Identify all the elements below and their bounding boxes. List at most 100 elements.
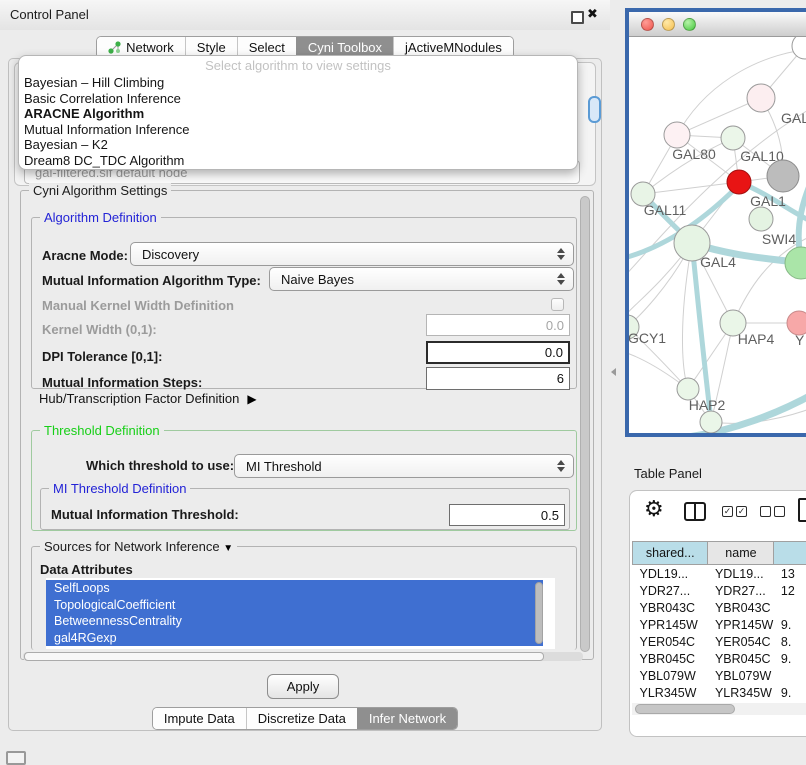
mi-threshold-definition-title: MI Threshold Definition — [49, 481, 190, 496]
which-threshold-select[interactable]: MI Threshold — [234, 454, 574, 478]
table-row[interactable]: YDL19...YDL19...13 — [633, 565, 806, 583]
dpi-tolerance-field[interactable]: 0.0 — [426, 341, 570, 364]
table-row[interactable]: YBR043CYBR043C — [633, 599, 806, 616]
control-panel: Control Panel ✖ NetworkStyleSelectCyni T… — [0, 0, 610, 745]
kernel-width-field[interactable]: 0.0 — [426, 314, 570, 336]
attribute-item-betweennesscentrality[interactable]: BetweennessCentrality — [46, 613, 543, 630]
tab-discretize-data[interactable]: Discretize Data — [246, 708, 357, 729]
table-cell: YDL19... — [633, 565, 708, 583]
mi-threshold-field[interactable]: 0.5 — [449, 504, 565, 526]
table-cell: YBR045C — [633, 650, 708, 667]
attributes-list-scrollbar[interactable] — [535, 582, 543, 644]
splitter-collapse-arrow[interactable] — [611, 368, 616, 376]
which-threshold-value: MI Threshold — [246, 459, 322, 474]
tab-impute-data[interactable]: Impute Data — [153, 708, 246, 729]
tab-label: Style — [197, 40, 226, 55]
sources-group: Sources for Network Inference ▼ Data Att… — [31, 546, 577, 650]
window-zoom-button[interactable] — [683, 18, 696, 31]
apply-button[interactable]: Apply — [267, 674, 339, 699]
float-panel-icon[interactable] — [571, 11, 584, 24]
table-cell: YER054C — [633, 633, 708, 650]
manual-kernel-width-label: Manual Kernel Width Definition — [42, 298, 234, 313]
expand-right-icon: ▶ — [247, 392, 256, 406]
network-node[interactable] — [700, 411, 722, 433]
window-minimize-button[interactable] — [662, 18, 675, 31]
minimized-panel-icon[interactable] — [6, 751, 26, 765]
table-cell: YBL079W — [633, 667, 708, 684]
table-row[interactable]: YBR045CYBR045C9. — [633, 650, 806, 667]
tab-infer-network[interactable]: Infer Network — [357, 708, 457, 729]
unchecked-box-icon — [760, 506, 771, 517]
settings-vertical-scrollbar[interactable] — [580, 196, 590, 652]
table-panel: ⚙ ✓ ✓ shared...name YDL19...YDL19...13YD… — [629, 490, 806, 737]
hub-definition-expander[interactable]: Hub/Transcription Factor Definition ▶ — [39, 391, 257, 406]
attribute-item-topologicalcoefficient[interactable]: TopologicalCoefficient — [46, 597, 543, 614]
network-canvas[interactable]: GALGAL80GAL10GAL1GAL11SWI4GAL4GCY1HAP4YH… — [629, 37, 806, 433]
attribute-item-selfloops[interactable]: SelfLoops — [46, 580, 543, 597]
table-row[interactable]: YPR145WYPR145W9. — [633, 616, 806, 633]
column-header-shared-[interactable]: shared... — [633, 542, 708, 565]
table-cell: YBR045C — [708, 650, 774, 667]
focused-control-fragment[interactable] — [588, 96, 601, 123]
attribute-item-gal4rgexp[interactable]: gal4RGexp — [46, 630, 543, 647]
algorithm-option-mutual-information-inference[interactable]: Mutual Information Inference — [24, 122, 577, 138]
network-node-swi4[interactable] — [749, 207, 773, 231]
aracne-mode-select[interactable]: Discovery — [130, 242, 574, 266]
window-close-button[interactable] — [641, 18, 654, 31]
select-all-checkboxes-icon[interactable]: ✓ ✓ — [722, 506, 747, 517]
deselect-all-checkboxes-icon[interactable] — [760, 506, 785, 517]
tab-label: Impute Data — [164, 711, 235, 726]
table-cell — [774, 599, 806, 616]
table-row[interactable]: YDR27...YDR27...12 — [633, 582, 806, 599]
network-graph: GALGAL80GAL10GAL1GAL11SWI4GAL4GCY1HAP4YH… — [629, 37, 806, 433]
aracne-mode-label: Aracne Mode: — [42, 248, 128, 263]
network-node-label: GAL1 — [750, 193, 786, 209]
table-cell: YBR043C — [708, 599, 774, 616]
table-hscroll-thumb[interactable] — [635, 704, 735, 714]
stepper-icon — [557, 248, 565, 260]
network-node-gal[interactable] — [747, 84, 775, 112]
tab-label: jActiveMNodules — [405, 40, 502, 55]
network-node-gal1[interactable] — [727, 170, 751, 194]
network-node-gal80[interactable] — [664, 122, 690, 148]
algorithm-option-dream8-dc-tdc-algorithm[interactable]: Dream8 DC_TDC Algorithm — [24, 153, 577, 169]
table-cell: YBR043C — [633, 599, 708, 616]
sources-title-text: Sources for Network Inference — [44, 539, 220, 554]
column-header-name[interactable]: name — [708, 542, 774, 565]
network-view-window: GALGAL80GAL10GAL1GAL11SWI4GAL4GCY1HAP4YH… — [625, 8, 806, 437]
column-layout-icon[interactable] — [684, 502, 706, 521]
algorithm-option-basic-correlation-inference[interactable]: Basic Correlation Inference — [24, 91, 577, 107]
manual-kernel-width-checkbox[interactable] — [551, 298, 564, 311]
mi-type-select[interactable]: Naive Bayes — [269, 267, 574, 291]
network-node-gal10[interactable] — [721, 126, 745, 150]
algorithm-dropdown-popup: Select algorithm to view settings Bayesi… — [18, 55, 578, 170]
data-attributes-list[interactable]: SelfLoopsTopologicalCoefficientBetweenne… — [46, 578, 555, 649]
aracne-mode-value: Discovery — [142, 247, 199, 262]
algorithm-option-bayesian-hill-climbing[interactable]: Bayesian – Hill Climbing — [24, 75, 577, 91]
settings-horizontal-scrollbar[interactable] — [23, 652, 583, 661]
table-row[interactable]: YBL079WYBL079W — [633, 667, 806, 684]
network-node[interactable] — [767, 160, 799, 192]
algorithm-option-aracne-algorithm[interactable]: ARACNE Algorithm — [24, 106, 577, 122]
settings-hscroll-thumb[interactable] — [24, 652, 544, 661]
network-window-titlebar — [629, 12, 806, 37]
table-row[interactable]: YLR345WYLR345W9. — [633, 684, 806, 701]
table-cell: 13 — [774, 565, 806, 583]
stepper-icon — [557, 460, 565, 472]
network-node[interactable] — [785, 247, 806, 279]
column-header-cut[interactable] — [774, 542, 806, 565]
network-node[interactable] — [792, 37, 806, 59]
table-horizontal-scrollbar[interactable] — [632, 703, 806, 715]
close-panel-icon[interactable]: ✖ — [587, 6, 598, 22]
network-node-label: HAP2 — [689, 397, 726, 413]
table-cell: YDR27... — [633, 582, 708, 599]
document-icon[interactable] — [798, 498, 806, 522]
table-row[interactable]: YER054CYER054C8. — [633, 633, 806, 650]
table-body: YDL19...YDL19...13YDR27...YDR27...12YBR0… — [633, 565, 806, 719]
collapse-down-icon[interactable]: ▼ — [223, 543, 233, 554]
hub-definition-label: Hub/Transcription Factor Definition — [39, 391, 239, 406]
algorithm-option-bayesian-k2[interactable]: Bayesian – K2 — [24, 137, 577, 153]
gear-icon[interactable]: ⚙ — [644, 496, 664, 522]
unchecked-box-icon — [774, 506, 785, 517]
mi-steps-field[interactable]: 6 — [426, 367, 570, 390]
